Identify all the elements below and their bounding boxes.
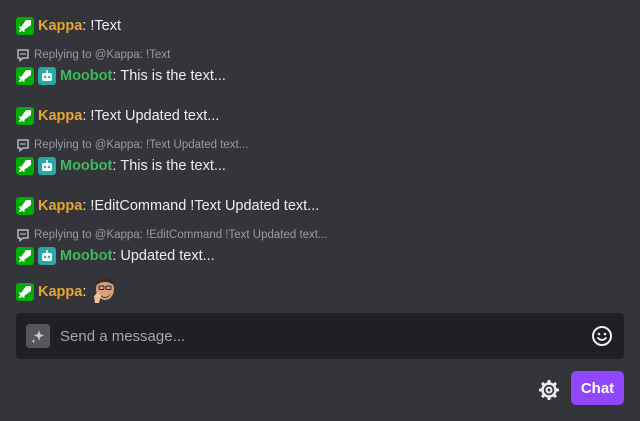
robot-icon[interactable] (38, 157, 56, 175)
robot-icon[interactable] (38, 67, 56, 85)
emoji-icon[interactable] (590, 324, 614, 348)
username[interactable]: Moobot (60, 158, 112, 174)
chat-message: Kappa: (16, 278, 624, 306)
gear-icon[interactable] (537, 378, 561, 402)
sword-icon[interactable] (16, 17, 34, 35)
message-text: Updated text... (120, 248, 215, 264)
sword-icon[interactable] (16, 107, 34, 125)
sword-icon[interactable] (16, 283, 34, 301)
reply-header[interactable]: Replying to @Kappa: !Text Updated text..… (16, 136, 624, 154)
username[interactable]: Kappa (38, 18, 82, 34)
reply-icon (17, 229, 29, 242)
message-input[interactable]: Send a message... (60, 328, 590, 345)
reply-icon (17, 49, 29, 62)
chat-message: Moobot: Updated text... (16, 244, 624, 268)
chat-message: Moobot: This is the text... (16, 154, 624, 178)
message-text: This is the text... (120, 68, 226, 84)
sword-icon[interactable] (16, 157, 34, 175)
username[interactable]: Moobot (60, 68, 112, 84)
reply-text: Replying to @Kappa: !EditCommand !Text U… (34, 229, 328, 241)
chat-message: Kappa: !EditCommand !Text Updated text..… (16, 194, 624, 218)
chat-message: Moobot: This is the text... (16, 64, 624, 88)
username[interactable]: Moobot (60, 248, 112, 264)
sword-icon[interactable] (16, 197, 34, 215)
reply-text: Replying to @Kappa: !Text Updated text..… (34, 139, 249, 151)
reply-text: Replying to @Kappa: !Text (34, 49, 171, 61)
chat-send-button[interactable]: Chat (571, 371, 624, 405)
reply-header[interactable]: Replying to @Kappa: !Text (16, 46, 624, 64)
reply-header[interactable]: Replying to @Kappa: !EditCommand !Text U… (16, 226, 624, 244)
chat-input-bar[interactable]: Send a message... (16, 313, 624, 359)
sword-icon[interactable] (16, 247, 34, 265)
chat-log: Kappa: !Text Replying to @Kappa: !Text M… (16, 14, 624, 306)
chat-message: Kappa: !Text Updated text... (16, 104, 624, 128)
face-emote[interactable] (92, 276, 118, 304)
message-text: This is the text... (120, 158, 226, 174)
chat-message: Kappa: !Text (16, 14, 624, 38)
username[interactable]: Kappa (38, 284, 82, 300)
username[interactable]: Kappa (38, 198, 82, 214)
message-text: !EditCommand !Text Updated text... (90, 198, 320, 214)
sword-icon[interactable] (16, 67, 34, 85)
sparkle-icon[interactable] (26, 324, 50, 348)
robot-icon[interactable] (38, 247, 56, 265)
message-text: !Text Updated text... (90, 108, 220, 124)
reply-icon (17, 139, 29, 152)
message-text: !Text (90, 18, 121, 34)
username[interactable]: Kappa (38, 108, 82, 124)
